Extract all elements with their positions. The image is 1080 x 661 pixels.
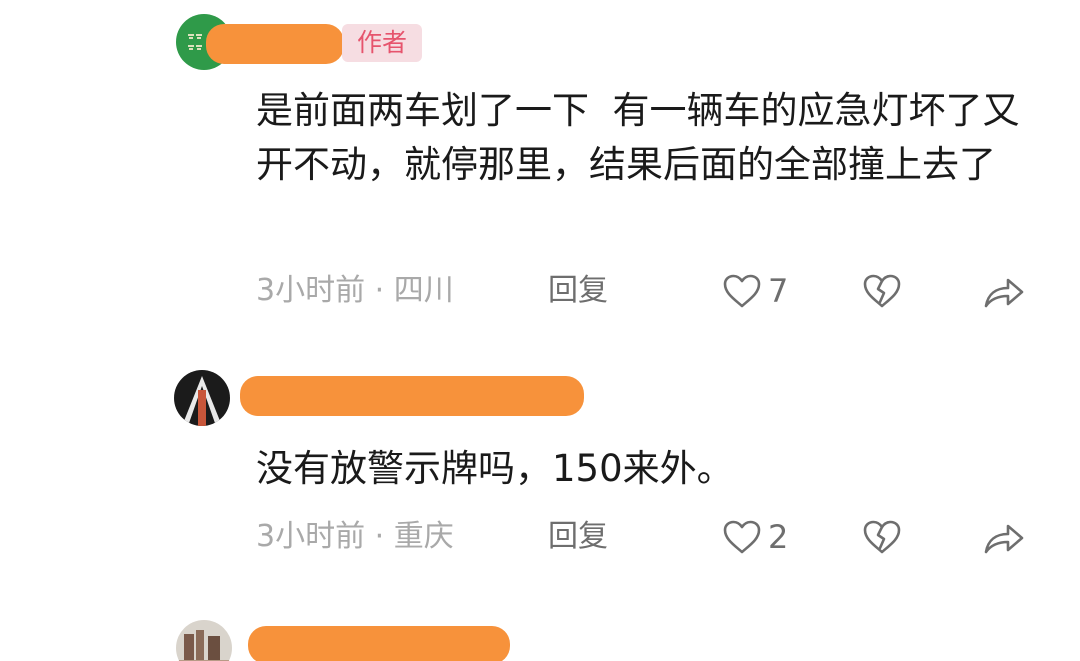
like-button[interactable]: 7 [722, 266, 788, 316]
comment-thread: 作者 是前面两车划了一下 有一辆车的应急灯坏了又开不动，就停那里，结果后面的全部… [0, 0, 1080, 661]
comment-text: 是前面两车划了一下 有一辆车的应急灯坏了又开不动，就停那里，结果后面的全部撞上去… [256, 89, 1020, 186]
heart-icon [723, 274, 761, 308]
broken-heart-icon [863, 274, 901, 308]
share-button[interactable] [982, 272, 1026, 312]
heart-icon [723, 520, 761, 554]
like-count: 2 [768, 518, 789, 556]
comment-actions: 3小时前 · 四川 回复 7 [256, 266, 1056, 316]
share-button[interactable] [982, 518, 1026, 558]
comment-actions: 3小时前 · 重庆 回复 2 [256, 512, 1056, 562]
like-button[interactable]: 2 [722, 512, 788, 562]
author-badge: 作者 [342, 24, 422, 62]
share-arrow-icon [984, 524, 1024, 554]
dislike-button[interactable] [862, 518, 902, 558]
redacted-username [206, 24, 344, 64]
comment-time-location: 3小时前 · 重庆 [256, 519, 454, 554]
redacted-username [240, 376, 584, 416]
comment-text: 没有放警示牌吗，150来外。 [256, 447, 734, 490]
reply-button[interactable]: 回复 [548, 266, 608, 316]
avatar[interactable] [176, 620, 232, 661]
comment-time-location: 3小时前 · 四川 [256, 273, 454, 308]
avatar[interactable] [174, 370, 230, 426]
redacted-username [248, 626, 510, 661]
reply-button[interactable]: 回复 [548, 512, 608, 562]
like-count: 7 [768, 272, 789, 310]
broken-heart-icon [863, 520, 901, 554]
dislike-button[interactable] [862, 272, 902, 312]
share-arrow-icon [984, 278, 1024, 308]
